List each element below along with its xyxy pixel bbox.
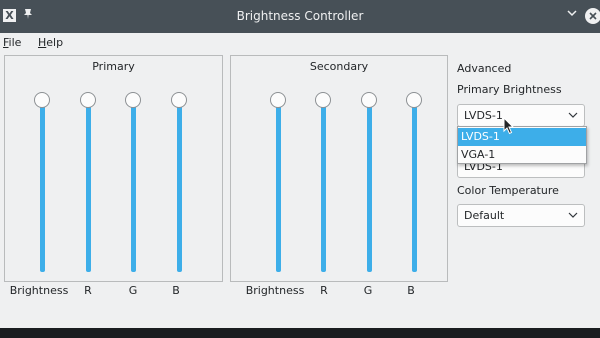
primary-group-title: Primary [92, 60, 135, 73]
slider-track[interactable] [86, 95, 91, 272]
slider-track[interactable] [276, 95, 281, 272]
slider-handle[interactable] [34, 92, 50, 108]
combo-value: Default [464, 209, 505, 222]
menu-file-label: ile [8, 36, 22, 49]
dropdown-option-vga-1[interactable]: VGA-1 [458, 146, 586, 164]
slider-handle[interactable] [361, 92, 377, 108]
primary-g-slider[interactable] [125, 92, 141, 275]
menu-file[interactable]: File [3, 36, 21, 49]
menu-help[interactable]: Help [38, 36, 63, 49]
primary-b-label: B [172, 284, 180, 297]
secondary-brightness-slider[interactable] [270, 92, 286, 275]
title-bar[interactable]: X Brightness Controller [0, 0, 600, 33]
slider-handle[interactable] [406, 92, 422, 108]
slider-handle[interactable] [171, 92, 187, 108]
menu-bar: File Help [0, 33, 600, 53]
color-temperature-heading: Color Temperature [457, 184, 559, 197]
window-title: Brightness Controller [236, 9, 364, 23]
dropdown-popup: LVDS-1 VGA-1 [457, 126, 587, 164]
slider-track[interactable] [321, 95, 326, 272]
slider-track[interactable] [177, 95, 182, 272]
secondary-group-title: Secondary [309, 60, 369, 73]
chevron-down-icon [568, 108, 578, 125]
color-temperature-combo[interactable]: Default [457, 204, 585, 227]
main-window: X Brightness Controller File Help Primar… [0, 0, 600, 328]
menu-help-label: elp [46, 36, 64, 49]
chevron-down-icon [568, 208, 578, 225]
combo-value: LVDS-1 [464, 109, 503, 122]
slider-track[interactable] [367, 95, 372, 272]
slider-handle[interactable] [80, 92, 96, 108]
slider-track[interactable] [412, 95, 417, 272]
secondary-g-slider[interactable] [361, 92, 377, 275]
mouse-cursor-icon [503, 116, 515, 135]
secondary-r-slider[interactable] [315, 92, 331, 275]
primary-b-slider[interactable] [171, 92, 187, 275]
minimize-button[interactable] [566, 7, 578, 23]
primary-brightness-combo[interactable]: LVDS-1 [457, 104, 585, 127]
chevron-down-icon [567, 10, 577, 17]
slider-track[interactable] [131, 95, 136, 272]
secondary-b-label: B [407, 284, 415, 297]
advanced-heading: Advanced [457, 62, 512, 75]
slider-handle[interactable] [315, 92, 331, 108]
close-button[interactable] [585, 8, 600, 24]
slider-handle[interactable] [270, 92, 286, 108]
primary-brightness-slider[interactable] [34, 92, 50, 275]
primary-r-slider[interactable] [80, 92, 96, 275]
secondary-b-slider[interactable] [406, 92, 422, 275]
primary-brightness-heading: Primary Brightness [457, 83, 562, 96]
desktop-strip [0, 328, 600, 338]
close-icon [589, 12, 597, 20]
dropdown-option-lvds-1[interactable]: LVDS-1 [458, 128, 586, 146]
slider-track[interactable] [40, 95, 45, 272]
slider-handle[interactable] [125, 92, 141, 108]
